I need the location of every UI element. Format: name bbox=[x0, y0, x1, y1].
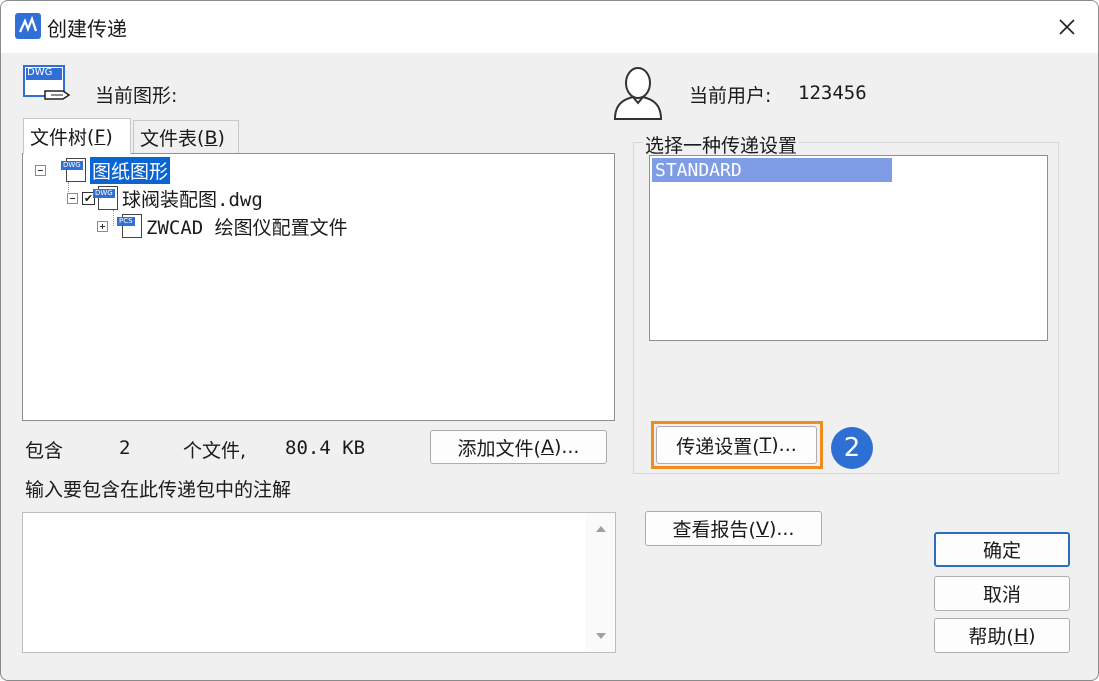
summary-files-text: 个文件, bbox=[183, 440, 247, 462]
cancel-button[interactable]: 取消 bbox=[934, 576, 1070, 611]
scroll-down-icon[interactable] bbox=[595, 632, 607, 640]
transmittal-setups-list[interactable]: STANDARD bbox=[649, 155, 1048, 341]
notes-label: 输入要包含在此传递包中的注解 bbox=[25, 479, 292, 501]
create-transmittal-dialog: 创建传递 DWG 当前图形: 当前用户: 123456 文件树(F) 文件表(B… bbox=[0, 0, 1099, 681]
tree-node-drawing-label: 球阀装配图.dwg bbox=[122, 188, 263, 211]
expand-icon[interactable] bbox=[97, 220, 108, 232]
tab-file-table[interactable]: 文件表(B) bbox=[133, 120, 239, 154]
current-drawing-label: 当前图形: bbox=[95, 85, 178, 107]
tab-file-tree-key: F bbox=[94, 125, 106, 148]
collapse-icon[interactable] bbox=[67, 192, 78, 204]
tab-file-table-label: 文件表 bbox=[140, 128, 198, 150]
setting-group-label: 选择一种传递设置 bbox=[643, 131, 800, 158]
notes-textarea[interactable] bbox=[22, 512, 616, 653]
summary-size: 80.4 KB bbox=[285, 437, 366, 459]
tab-file-tree-label: 文件树 bbox=[30, 127, 88, 149]
tree-node-root-label: 图纸图形 bbox=[90, 156, 171, 184]
tree-node-drawing[interactable]: ✔ DWG 球阀装配图.dwg bbox=[67, 184, 263, 212]
ok-button[interactable]: 确定 bbox=[934, 532, 1070, 567]
current-user-value: 123456 bbox=[798, 82, 867, 104]
dwg-icon-label: DWG bbox=[27, 67, 53, 78]
user-icon bbox=[611, 63, 665, 121]
close-button[interactable] bbox=[1036, 1, 1098, 53]
current-user-label: 当前用户: bbox=[689, 85, 772, 107]
add-file-button[interactable]: 添加文件(A)... bbox=[430, 430, 607, 464]
summary-prefix: 包含 bbox=[25, 440, 64, 462]
scroll-up-icon[interactable] bbox=[595, 525, 607, 533]
notes-scrollbar[interactable] bbox=[585, 513, 615, 652]
step-badge: 2 bbox=[831, 427, 873, 469]
summary-count: 2 bbox=[119, 437, 131, 459]
dwg-doc-icon: DWG bbox=[93, 186, 118, 210]
help-button[interactable]: 帮助(H) bbox=[934, 618, 1070, 653]
file-tree[interactable]: DWG 图纸图形 ✔ DWG 球阀装配图.dwg PCS ZWCAD 绘图仪配置… bbox=[22, 153, 615, 421]
tree-node-root[interactable]: DWG 图纸图形 bbox=[35, 156, 171, 184]
tab-file-table-key: B bbox=[204, 126, 218, 149]
pcs-doc-icon: PCS bbox=[117, 214, 142, 238]
app-icon bbox=[15, 13, 41, 39]
dwg-file-icon: DWG bbox=[23, 65, 73, 105]
highlight-frame bbox=[651, 421, 823, 469]
close-icon bbox=[1059, 19, 1075, 35]
title-bar: 创建传递 bbox=[1, 1, 1098, 53]
window-title: 创建传递 bbox=[47, 17, 127, 41]
tree-node-plotter-config[interactable]: PCS ZWCAD 绘图仪配置文件 bbox=[97, 212, 348, 240]
dwg-doc-icon: DWG bbox=[61, 158, 86, 182]
collapse-icon[interactable] bbox=[35, 164, 46, 176]
setup-item-standard[interactable]: STANDARD bbox=[652, 158, 892, 182]
view-report-button[interactable]: 查看报告(V)... bbox=[645, 511, 822, 546]
tree-node-plotter-config-label: ZWCAD 绘图仪配置文件 bbox=[146, 216, 348, 239]
tab-file-tree[interactable]: 文件树(F) bbox=[23, 118, 131, 154]
